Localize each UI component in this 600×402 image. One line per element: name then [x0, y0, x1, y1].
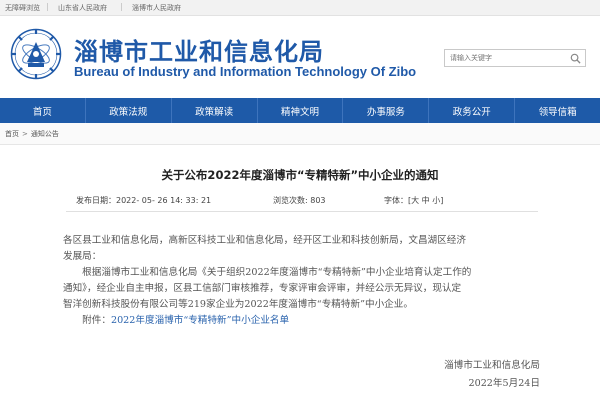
font-size-bracket: ] — [440, 196, 444, 205]
body-paragraph: 各区县工业和信息化局，高新区科技工业和信息化局，经开区工业和科技创新局，文昌湖区… — [63, 235, 466, 246]
nav-home[interactable]: 首页 — [0, 98, 86, 123]
search-box — [444, 49, 586, 67]
accessibility-link[interactable]: 无障碍浏览 — [5, 3, 40, 13]
publish-date: 发布日期：2022- 05- 26 14: 33: 21 — [76, 196, 212, 205]
article-body: 各区县工业和信息化局，高新区科技工业和信息化局，经开区工业和科技创新局，文昌湖区… — [63, 233, 471, 329]
font-large-button[interactable]: 大 — [411, 196, 419, 205]
breadcrumb: 首页 > 通知公告 — [0, 123, 600, 145]
site-subtitle: Bureau of Industry and Information Techn… — [74, 64, 417, 79]
nav-leader-mailbox[interactable]: 领导信箱 — [515, 98, 600, 123]
body-paragraph: 通知》，经企业自主申报，区县工信部门审核推荐，专家评审会评审，并经公示无异议，现… — [63, 283, 462, 294]
site-header: 淄博市工业和信息化局 Bureau of Industry and Inform… — [0, 16, 600, 98]
top-utility-bar: 无障碍浏览 | 山东省人民政府 | 淄博市人民政府 — [0, 0, 600, 16]
font-medium-button[interactable]: 中 — [422, 196, 430, 205]
article-title: 关于公布2022年度淄博市“专精特新”中小企业的通知 — [161, 168, 439, 182]
article-meta: 发布日期：2022- 05- 26 14: 33: 21 浏览次数: 803 字… — [0, 195, 600, 210]
breadcrumb-home[interactable]: 首页 — [5, 129, 19, 139]
body-paragraph: 根据淄博市工业和信息化局《关于组织2022年度淄博市“专精特新”中小企业培育认定… — [63, 267, 472, 278]
main-nav: 首页 政策法规 政策解读 精神文明 办事服务 政务公开 领导信箱 — [0, 98, 600, 123]
issue-date: 2022年5月24日 — [468, 378, 540, 389]
bureau-emblem-logo[interactable] — [10, 28, 62, 80]
search-icon — [570, 53, 581, 64]
breadcrumb-separator: > — [22, 129, 28, 138]
body-paragraph: 发展局： — [63, 251, 102, 262]
nav-civilization[interactable]: 精神文明 — [258, 98, 344, 123]
topbar-divider: | — [46, 2, 49, 11]
nav-policy-interpretation[interactable]: 政策解读 — [172, 98, 258, 123]
attachment-link[interactable]: 2022年度淄博市“专精特新”中小企业名单 — [111, 315, 289, 326]
font-size-label: 字体：[ — [384, 196, 412, 205]
shandong-gov-link[interactable]: 山东省人民政府 — [58, 3, 107, 13]
font-size-switcher: 字体：[大 中 小] — [384, 195, 443, 206]
search-button[interactable] — [565, 50, 585, 66]
body-paragraph: 智洋创新科技股份有限公司等219家企业为2022年度淄博市“专精特新”中小企业。 — [63, 299, 413, 310]
breadcrumb-notices[interactable]: 通知公告 — [31, 129, 59, 139]
search-input[interactable] — [445, 50, 563, 66]
nav-public-affairs[interactable]: 政务公开 — [429, 98, 516, 123]
view-count: 浏览次数: 803 — [273, 196, 326, 205]
zibo-gov-link[interactable]: 淄博市人民政府 — [132, 3, 181, 13]
attachment-label: 附件： — [63, 315, 111, 326]
site-title: 淄博市工业和信息化局 — [74, 38, 324, 66]
nav-policies[interactable]: 政策法规 — [86, 98, 172, 123]
topbar-divider: | — [120, 2, 123, 11]
attachment-line: 附件：2022年度淄博市“专精特新”中小企业名单 — [63, 313, 471, 329]
meta-divider — [66, 211, 538, 212]
issuer-signature: 淄博市工业和信息化局 — [444, 360, 540, 371]
nav-services[interactable]: 办事服务 — [343, 98, 430, 123]
